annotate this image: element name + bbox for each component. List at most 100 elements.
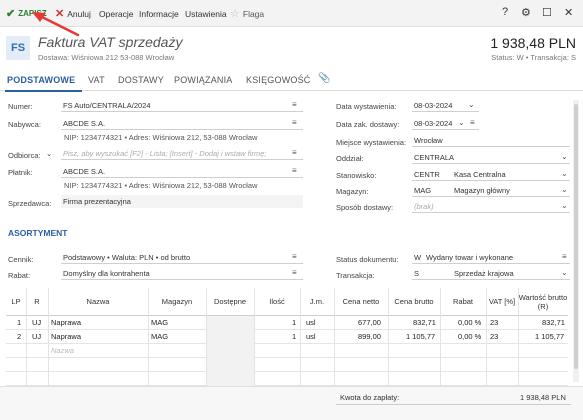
close-icon: ✕ [55, 8, 65, 20]
nabywca-field[interactable]: ABCDE S.A. [61, 117, 303, 130]
flag-button[interactable]: ☆ Flaga [230, 7, 264, 20]
oddzial-label: Oddział: [336, 154, 364, 163]
odbiorca-label: Odbiorca: [8, 151, 41, 160]
col-divider [254, 288, 255, 393]
checkmark-icon: ✔ [6, 8, 16, 20]
miejsce-label: Miejsce wystawienia: [336, 138, 407, 147]
chevron-down-icon[interactable]: ⌄ [468, 100, 475, 109]
section-title-assortment: ASORTYMENT [8, 228, 68, 238]
data-dost-label: Data zak. dostawy: [336, 120, 400, 129]
sposob-label: Sposób dostawy: [336, 203, 394, 212]
scrollbar-thumb[interactable] [574, 104, 578, 369]
platnik-label: Płatnik: [8, 168, 33, 177]
table-row[interactable]: 2 UJ Naprawa MAG 1 usl 899,00 1 105,77 0… [6, 330, 568, 344]
page-title: Faktura VAT sprzedaży [38, 34, 183, 50]
list-icon[interactable]: ≡ [292, 100, 297, 109]
table-row [6, 372, 568, 386]
list-icon[interactable]: ≡ [292, 166, 297, 175]
amount-due-label: Kwota do zapłaty: [340, 393, 400, 402]
col-divider [148, 288, 149, 393]
rabat-field[interactable]: Domyślny dla kontrahenta [61, 267, 303, 280]
tab-podstawowe[interactable]: PODSTAWOWE [7, 75, 75, 85]
col-header-wartosc[interactable]: Wartość brutto (R) [518, 288, 568, 315]
col-header-r[interactable]: R [26, 288, 48, 315]
col-header-ilosc[interactable]: Ilość [254, 288, 300, 315]
rabat-label: Rabat: [8, 271, 31, 280]
chevron-down-icon[interactable]: ⌄ [561, 201, 568, 210]
cennik-label: Cennik: [8, 255, 34, 264]
data-wyst-label: Data wystawienia: [336, 102, 397, 111]
col-header-cena-netto[interactable]: Cena netto [334, 288, 388, 315]
help-icon[interactable]: ? [502, 6, 508, 18]
list-icon[interactable]: ≡ [562, 252, 567, 261]
col-header-dostepne[interactable]: Dostępne [206, 288, 254, 315]
list-icon[interactable]: ≡ [292, 148, 297, 157]
tab-ksiegowosc[interactable]: KSIĘGOWOŚĆ [246, 75, 311, 85]
chevron-down-icon[interactable]: ⌄ [458, 118, 465, 127]
col-header-nazwa[interactable]: Nazwa [48, 288, 148, 315]
stanowisko-field[interactable]: CENTR Kasa Centralna [412, 168, 570, 181]
platnik-info: NIP: 1234774321 • Adres: Wiśniowa 212, 5… [64, 181, 258, 190]
sposob-field[interactable]: (brak) [412, 200, 570, 213]
oddzial-field[interactable]: CENTRALA [412, 151, 570, 164]
amount-due-value: 1 938,48 PLN [520, 393, 566, 402]
tab-bar: PODSTAWOWE VAT DOSTAWY POWIĄZANIA KSIĘGO… [0, 71, 583, 92]
col-header-rabat[interactable]: Rabat [440, 288, 486, 315]
chevron-down-icon[interactable]: ⌄ [561, 268, 568, 277]
odbiorca-field[interactable]: Pisz, aby wyszukać [F2] - Lista; [Insert… [61, 147, 303, 160]
list-icon[interactable]: ≡ [292, 252, 297, 261]
delivery-address: Dostawa: Wiśniowa 212 53-088 Wrocław [38, 53, 175, 62]
tab-powiazania[interactable]: POWIĄZANIA [174, 75, 233, 85]
miejsce-field[interactable]: Wrocław [412, 134, 570, 147]
table-row [6, 358, 568, 372]
table-row[interactable]: 1 UJ Naprawa MAG 1 usl 677,00 832,71 0,0… [6, 316, 568, 330]
chevron-down-icon[interactable]: ⌄ [561, 185, 568, 194]
magazyn-field[interactable]: MAG Magazyn główny [412, 184, 570, 197]
numer-field[interactable]: FS Auto/CENTRALA/2024 [61, 99, 303, 112]
col-header-lp[interactable]: LP [6, 288, 26, 315]
close-window-icon[interactable]: ✕ [564, 6, 573, 19]
new-item-row[interactable]: Nazwa [6, 344, 568, 358]
document-type-badge: FS [6, 36, 30, 60]
operations-menu[interactable]: Operacje [99, 7, 134, 20]
status-field[interactable]: W Wydany towar i wykonane [412, 251, 570, 264]
cennik-field[interactable]: Podstawowy • Waluta: PLN • od brutto [61, 251, 303, 264]
col-divider [334, 288, 335, 393]
transakcja-field[interactable]: S Sprzedaż krajowa [412, 267, 570, 280]
sprzedawca-label: Sprzedawca: [8, 199, 52, 208]
tab-vat[interactable]: VAT [88, 75, 105, 85]
nabywca-info: NIP: 1234774321 • Adres: Wiśniowa 212, 5… [64, 133, 258, 142]
chevron-down-icon: ⌄ [46, 149, 53, 158]
chevron-down-icon[interactable]: ⌄ [561, 169, 568, 178]
col-divider [206, 288, 207, 393]
chevron-down-icon[interactable]: ⌄ [561, 152, 568, 161]
attachment-icon[interactable]: 📎 [318, 73, 331, 84]
dostepne-column-shade [206, 316, 254, 386]
col-divider [388, 288, 389, 393]
gear-icon[interactable]: ⚙ [521, 6, 531, 19]
nabywca-label: Nabywca: [8, 120, 41, 129]
information-menu[interactable]: Informacje [139, 7, 179, 20]
total-amount: 1 938,48 PLN [490, 35, 576, 51]
col-divider [48, 288, 49, 393]
odbiorca-dropdown[interactable]: ⌄ [44, 147, 60, 160]
col-header-vat[interactable]: VAT [%] [486, 288, 518, 315]
col-header-jm[interactable]: J.m. [300, 288, 334, 315]
data-dost-field[interactable]: 08-03-2024 [412, 117, 479, 130]
list-icon[interactable]: ≡ [470, 118, 475, 127]
stanowisko-label: Stanowisko: [336, 171, 377, 180]
list-icon[interactable]: ≡ [292, 268, 297, 277]
active-tab-indicator [5, 90, 82, 92]
list-icon[interactable]: ≡ [292, 118, 297, 127]
sprzedawca-field: Firma prezentacyjna [61, 195, 303, 208]
tab-dostawy[interactable]: DOSTAWY [118, 75, 164, 85]
platnik-field[interactable]: ABCDE S.A. [61, 165, 303, 178]
maximize-icon[interactable]: ☐ [542, 6, 552, 19]
col-divider [486, 288, 487, 393]
col-divider [440, 288, 441, 393]
settings-menu[interactable]: Ustawienia [185, 7, 227, 20]
save-button[interactable]: ✔ ZAPISZ [6, 7, 47, 20]
col-header-cena-brutto[interactable]: Cena brutto [388, 288, 440, 315]
col-header-magazyn[interactable]: Magazyn [148, 288, 206, 315]
cancel-button[interactable]: ✕ Anuluj [55, 7, 91, 20]
